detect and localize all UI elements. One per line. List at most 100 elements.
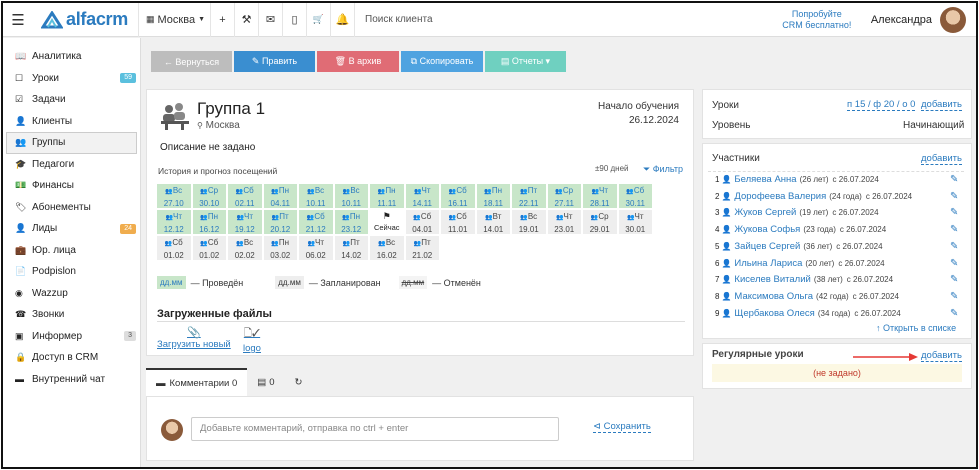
lessons-stats-link[interactable]: п 15 / ф 20 / о 0 (847, 99, 916, 111)
sidebar-item-10[interactable]: 📄 Podpislon (3, 261, 140, 283)
bell-icon[interactable]: 🔔 (330, 3, 354, 37)
save-comment-button[interactable]: ⊲ Сохранить (593, 421, 651, 433)
tab-comments[interactable]: ▬ Комментарии 0 (146, 368, 248, 396)
lesson-cell[interactable]: 👥Чт 06.02 (299, 236, 333, 260)
sidebar-item-0[interactable]: 📖 Аналитика (3, 46, 140, 68)
search-input[interactable]: Поиск клиента (354, 3, 774, 37)
edit-participant-icon[interactable]: ✎ (950, 224, 960, 235)
edit-button[interactable]: ✎ Править (234, 51, 315, 72)
mail-icon[interactable]: ✉ (258, 3, 282, 37)
participant-name[interactable]: Дорофеева Валерия (734, 191, 826, 202)
lesson-cell[interactable]: 👥Пн 16.12 (192, 210, 226, 234)
lesson-cell[interactable]: 👥Сб 04.01 (405, 210, 439, 234)
lesson-cell[interactable]: 👥Чт 14.11 (405, 184, 439, 208)
sidebar-item-8[interactable]: 👤 Лиды 24 (3, 218, 140, 240)
edit-participant-icon[interactable]: ✎ (950, 191, 960, 202)
sidebar-item-1[interactable]: ☐ Уроки 59 (3, 68, 140, 90)
lesson-cell[interactable]: 👥Пн 11.11 (370, 184, 404, 208)
lesson-cell[interactable]: 👥Сб 11.01 (441, 210, 475, 234)
participant-name[interactable]: Щербакова Олеся (734, 308, 814, 319)
lesson-cell[interactable]: 👥Вс 10.11 (299, 184, 333, 208)
lesson-cell[interactable]: 👥Вт 14.01 (476, 210, 510, 234)
back-button[interactable]: ← Вернуться (151, 51, 232, 72)
lesson-cell[interactable]: 👥Ср 30.10 (192, 184, 226, 208)
upload-file-button[interactable]: 📎 Загрузить новый (157, 326, 231, 350)
mobile-icon[interactable]: ▯ (282, 3, 306, 37)
edit-participant-icon[interactable]: ✎ (950, 274, 960, 285)
lesson-cell[interactable]: 👥Сб 30.11 (618, 184, 652, 208)
lesson-cell[interactable]: 👥Сб 02.11 (228, 184, 262, 208)
promo-link[interactable]: Попробуйте CRM бесплатно! (777, 9, 857, 31)
edit-participant-icon[interactable]: ✎ (950, 258, 960, 269)
add-lesson-button[interactable]: добавить (921, 99, 962, 111)
sidebar-item-3[interactable]: 👤 Клиенты (3, 111, 140, 133)
file-logo[interactable]: 🗋✓ logo (243, 326, 261, 354)
lesson-cell[interactable]: 👥Сб 16.11 (441, 184, 475, 208)
lesson-cell[interactable]: 👥Сб 01.02 (157, 236, 191, 260)
lesson-cell[interactable]: 👥Пн 18.11 (476, 184, 510, 208)
branch-select[interactable]: ▦ Москва ▼ (138, 3, 210, 37)
sidebar-item-15[interactable]: ▬ Внутренний чат (3, 369, 140, 391)
lesson-cell[interactable]: 👥Пн 04.11 (263, 184, 297, 208)
archive-button[interactable]: 🗑 В архив (317, 51, 399, 72)
user-menu[interactable]: Александра (857, 6, 976, 33)
participant-name[interactable]: Жуков Сергей (734, 207, 796, 218)
lesson-cell[interactable]: 👥Пт 22.11 (512, 184, 546, 208)
edit-participant-icon[interactable]: ✎ (950, 207, 960, 218)
edit-participant-icon[interactable]: ✎ (950, 308, 960, 319)
lesson-cell[interactable]: 👥Вс 19.01 (512, 210, 546, 234)
lesson-cell[interactable]: 👥Пт 14.02 (334, 236, 368, 260)
participant-name[interactable]: Жукова Софья (734, 224, 800, 235)
participant-name[interactable]: Беляева Анна (734, 174, 796, 185)
add-icon[interactable]: + (210, 3, 234, 37)
participant-name[interactable]: Зайцев Сергей (734, 241, 800, 252)
lesson-cell[interactable]: 👥Вс 02.02 (228, 236, 262, 260)
tab-documents[interactable]: ▤ 0 (247, 368, 284, 396)
history-filter-button[interactable]: ⏷ Фильтр (643, 164, 683, 175)
sidebar-item-4[interactable]: 👥 Группы (6, 132, 137, 154)
lesson-cell[interactable]: 👥Вс 10.11 (334, 184, 368, 208)
edit-participant-icon[interactable]: ✎ (950, 174, 960, 185)
lesson-cell[interactable]: 👥Чт 12.12 (157, 210, 191, 234)
logo[interactable]: alfacrm (33, 9, 138, 30)
lesson-cell[interactable]: 👥Пт 20.12 (263, 210, 297, 234)
menu-icon[interactable]: ☰ (3, 11, 33, 29)
lesson-cell[interactable]: 👥Чт 30.01 (618, 210, 652, 234)
tab-history[interactable]: ↻ (285, 368, 313, 396)
lesson-cell[interactable]: 👥Чт 28.11 (583, 184, 617, 208)
lesson-cell[interactable]: 👥Пт 21.02 (405, 236, 439, 260)
participant-name[interactable]: Максимова Ольга (734, 291, 813, 302)
lesson-cell[interactable]: 👥Чт 23.01 (547, 210, 581, 234)
wrench-icon[interactable]: ⚒ (234, 3, 258, 37)
participant-name[interactable]: Ильина Лариса (734, 258, 802, 269)
sidebar-item-7[interactable]: 🏷 Абонементы (3, 197, 140, 219)
edit-participant-icon[interactable]: ✎ (950, 291, 960, 302)
cart-icon[interactable]: 🛒 (306, 3, 330, 37)
lesson-cell[interactable]: 👥Ср 29.01 (583, 210, 617, 234)
comment-input[interactable]: Добавьте комментарий, отправка по ctrl +… (191, 417, 559, 441)
sidebar-item-6[interactable]: 💵 Финансы (3, 175, 140, 197)
lesson-cell[interactable]: 👥Вс 16.02 (370, 236, 404, 260)
add-regular-lesson-button[interactable]: добавить (921, 350, 962, 362)
lesson-cell[interactable]: 👥Вс 27.10 (157, 184, 191, 208)
open-in-list-link[interactable]: ↑ Открыть в списке (876, 323, 956, 333)
lesson-cell[interactable]: 👥Сб 01.02 (192, 236, 226, 260)
reports-button[interactable]: ▤ Отчеты ▾ (485, 51, 566, 72)
sidebar-item-9[interactable]: 💼 Юр. лица (3, 240, 140, 262)
lesson-cell[interactable]: 👥Сб 21.12 (299, 210, 333, 234)
edit-participant-icon[interactable]: ✎ (950, 241, 960, 252)
sidebar-item-14[interactable]: 🔒 Доступ в CRM (3, 347, 140, 369)
lesson-cell[interactable]: 👥Ср 27.11 (547, 184, 581, 208)
sidebar-item-5[interactable]: 🎓 Педагоги (3, 154, 140, 176)
sidebar-item-11[interactable]: ◉ Wazzup (3, 283, 140, 305)
lesson-cell[interactable]: 👥Пн 23.12 (334, 210, 368, 234)
add-participant-button[interactable]: добавить (921, 153, 962, 165)
sidebar-item-12[interactable]: ☎ Звонки (3, 304, 140, 326)
history-range[interactable]: ±90 дней (595, 164, 629, 173)
sidebar-item-13[interactable]: ▣ Информер 3 (3, 326, 140, 348)
copy-button[interactable]: ⧉ Скопировать (401, 51, 483, 72)
sidebar-item-2[interactable]: ☑ Задачи (3, 89, 140, 111)
participant-name[interactable]: Киселев Виталий (734, 274, 810, 285)
lesson-cell[interactable]: 👥Чт 19.12 (228, 210, 262, 234)
lesson-cell[interactable]: 👥Пн 03.02 (263, 236, 297, 260)
